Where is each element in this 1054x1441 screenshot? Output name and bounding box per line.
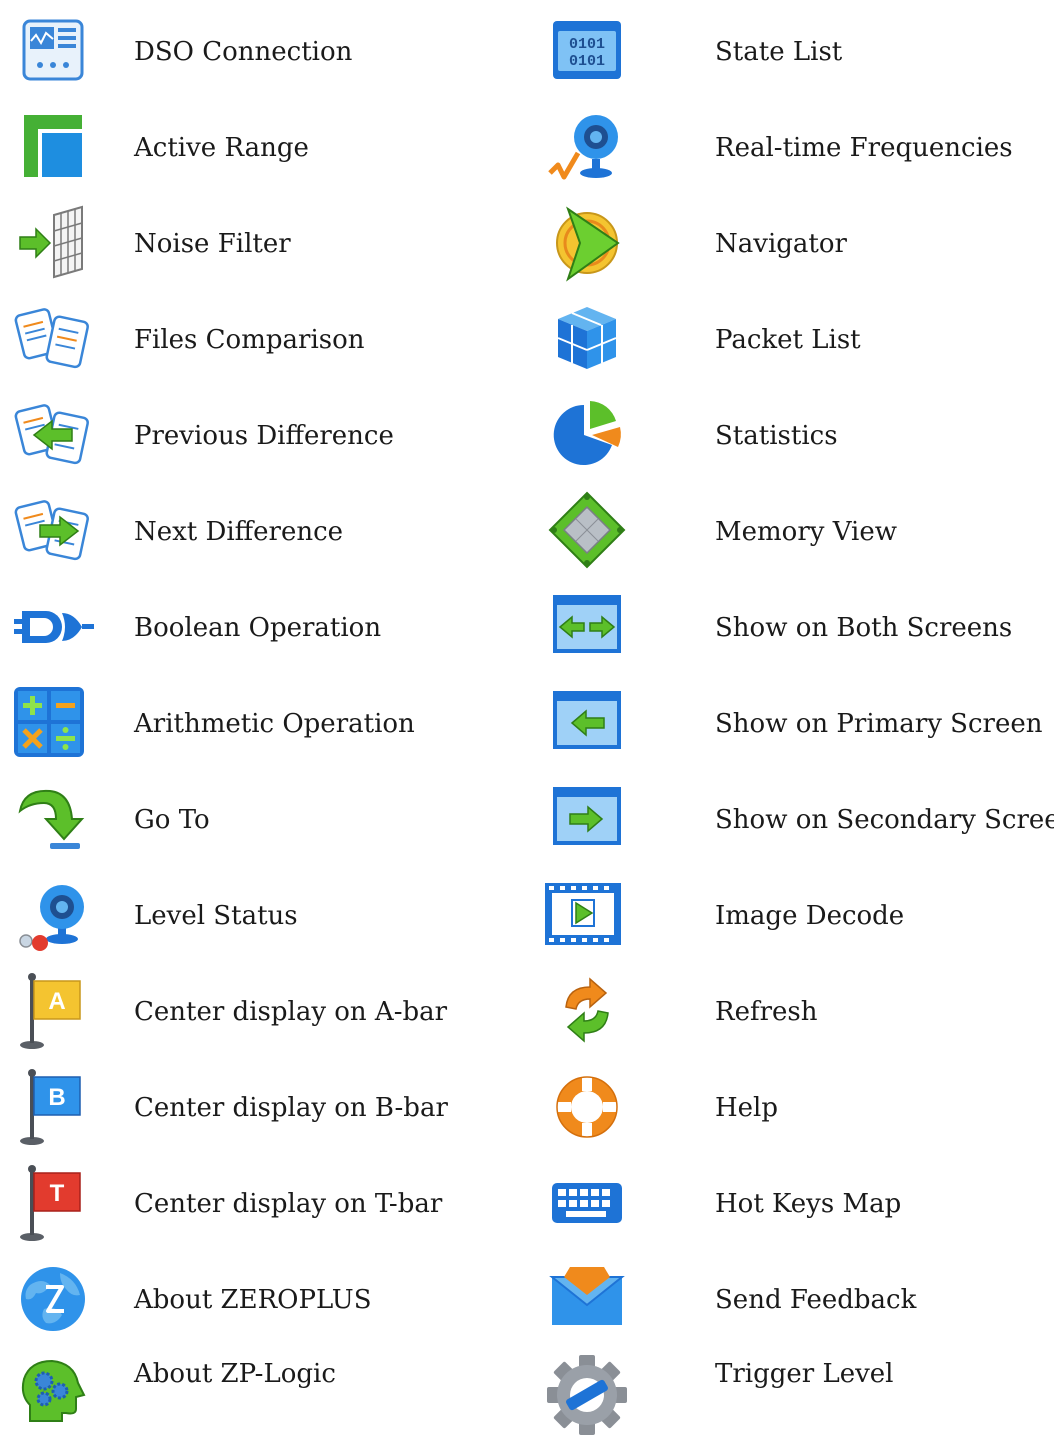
go-to-icon bbox=[10, 775, 96, 861]
flag-b-icon: B bbox=[10, 1063, 96, 1149]
legend-label: Show on Both Screens bbox=[715, 613, 1013, 643]
flag-letter: A bbox=[48, 988, 65, 1015]
next-difference-icon bbox=[10, 487, 96, 573]
globe-icon bbox=[10, 1255, 96, 1341]
legend-label: Image Decode bbox=[715, 901, 905, 931]
legend-label: Show on Secondary Screen bbox=[715, 805, 1054, 835]
head-gears-icon bbox=[10, 1351, 96, 1437]
envelope-icon bbox=[544, 1255, 630, 1341]
legend-label: Boolean Operation bbox=[134, 613, 382, 643]
legend-label: Memory View bbox=[715, 517, 897, 547]
navigator-arrow-icon bbox=[544, 199, 630, 285]
binary-text: 0101 bbox=[569, 36, 605, 53]
legend-label: Arithmetic Operation bbox=[134, 709, 415, 739]
chip-diamond-icon bbox=[544, 487, 630, 573]
legend-label: Center display on T-bar bbox=[134, 1189, 443, 1219]
arithmetic-operation-icon bbox=[10, 679, 96, 765]
legend-label: Center display on B-bar bbox=[134, 1093, 448, 1123]
legend-label: Level Status bbox=[134, 901, 298, 931]
legend-label: DSO Connection bbox=[134, 37, 353, 67]
binary-list-icon: 0101 0101 bbox=[544, 7, 630, 93]
legend-label: Real-time Frequencies bbox=[715, 133, 1013, 163]
level-status-icon bbox=[10, 871, 96, 957]
legend-label: About ZEROPLUS bbox=[134, 1285, 372, 1315]
refresh-icon bbox=[544, 967, 630, 1053]
gear-icon bbox=[544, 1351, 630, 1437]
boolean-operation-icon bbox=[10, 583, 96, 669]
legend-label: Active Range bbox=[134, 133, 309, 163]
legend-label: Next Difference bbox=[134, 517, 344, 547]
noise-filter-icon bbox=[10, 199, 96, 285]
legend-label: Hot Keys Map bbox=[715, 1189, 902, 1219]
flag-t-icon: T bbox=[10, 1159, 96, 1245]
webcam-chart-icon bbox=[544, 103, 630, 189]
flag-letter: B bbox=[48, 1084, 65, 1111]
legend-label: Send Feedback bbox=[715, 1285, 917, 1315]
legend-label: State List bbox=[715, 37, 843, 67]
flag-a-icon: A bbox=[10, 967, 96, 1053]
film-play-icon bbox=[544, 871, 630, 957]
legend-label: Go To bbox=[134, 805, 210, 835]
legend-label: Trigger Level bbox=[715, 1359, 894, 1389]
binary-text: 0101 bbox=[569, 53, 605, 70]
legend-label: About ZP-Logic bbox=[134, 1359, 336, 1389]
cube-icon bbox=[544, 295, 630, 381]
lifebuoy-icon bbox=[544, 1063, 630, 1149]
legend-label: Navigator bbox=[715, 229, 847, 259]
flag-letter: T bbox=[50, 1180, 65, 1207]
legend-label: Statistics bbox=[715, 421, 838, 451]
screen-secondary-icon bbox=[544, 775, 630, 861]
files-comparison-icon bbox=[10, 295, 96, 381]
legend-label: Refresh bbox=[715, 997, 818, 1027]
legend-label: Noise Filter bbox=[134, 229, 291, 259]
legend-label: Help bbox=[715, 1093, 779, 1123]
dso-connection-icon bbox=[10, 7, 96, 93]
pie-chart-icon bbox=[544, 391, 630, 477]
legend-label: Previous Difference bbox=[134, 421, 394, 451]
active-range-icon bbox=[10, 103, 96, 189]
legend-label: Center display on A-bar bbox=[134, 997, 448, 1027]
legend-label: Show on Primary Screen bbox=[715, 709, 1043, 739]
legend-label: Files Comparison bbox=[134, 325, 365, 355]
screen-both-icon bbox=[544, 583, 630, 669]
previous-difference-icon bbox=[10, 391, 96, 477]
screen-primary-icon bbox=[544, 679, 630, 765]
legend-label: Packet List bbox=[715, 325, 861, 355]
keyboard-icon bbox=[544, 1159, 630, 1245]
